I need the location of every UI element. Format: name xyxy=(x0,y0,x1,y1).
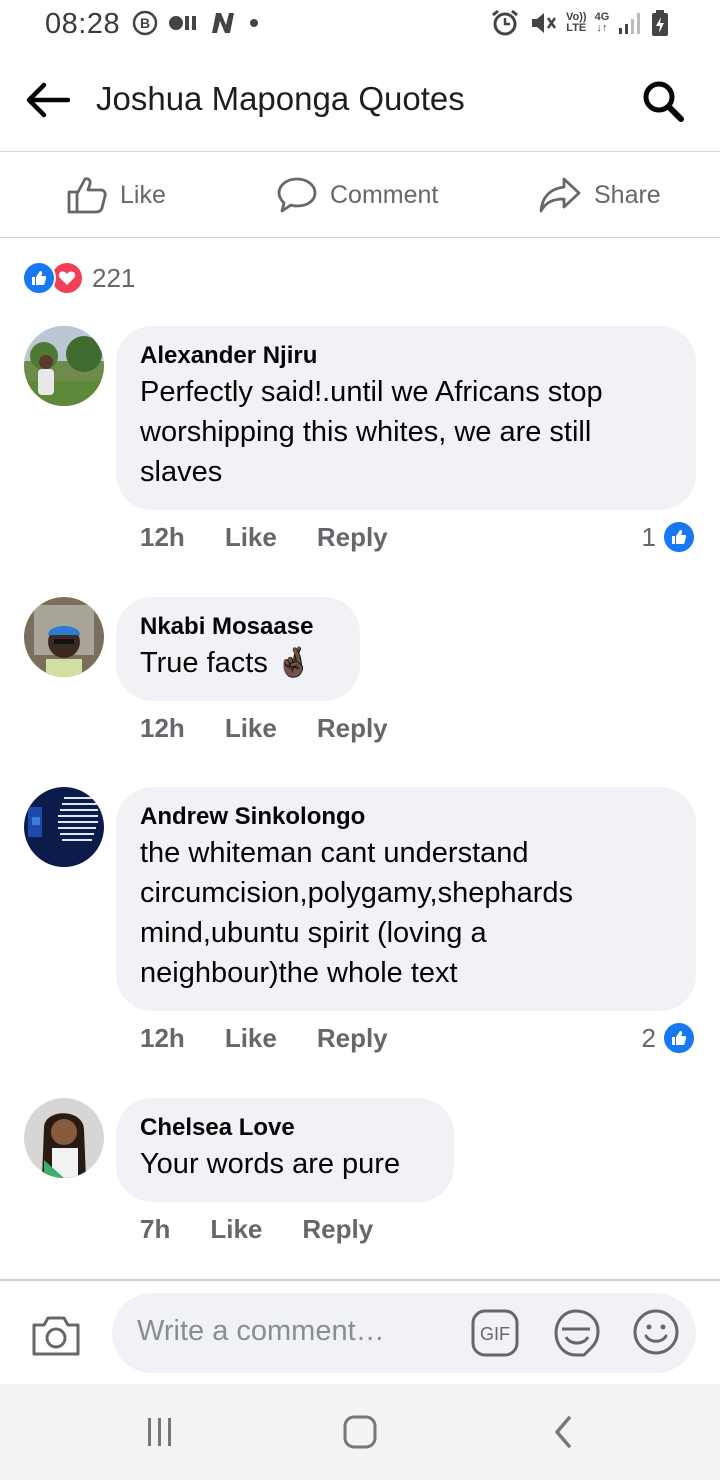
status-system-icons: Vo)) LTE 4G ↓↑ xyxy=(490,8,669,38)
camera-button[interactable] xyxy=(30,1311,82,1359)
comment-meta: 12h Like Reply xyxy=(140,1023,388,1054)
comment-text-line: True facts 🤞🏿 xyxy=(140,647,313,679)
home-icon xyxy=(343,1415,377,1449)
comment-like-count[interactable]: 2 xyxy=(642,1021,696,1055)
comment-text-line: worshipping this whites, we are still xyxy=(140,416,592,448)
home-button[interactable] xyxy=(340,1412,380,1452)
comment-bubble[interactable]: Nkabi Mosaase True facts 🤞🏿 xyxy=(116,597,360,701)
gif-button[interactable]: GIF xyxy=(471,1309,519,1357)
comment-text-line: neighbour)the whole text xyxy=(140,957,458,989)
comment-text-line: circumcision,polygamy,shephards xyxy=(140,877,574,909)
signal-icon xyxy=(619,13,641,34)
share-icon xyxy=(539,177,581,213)
comment-text-line: Your words are pure xyxy=(140,1148,401,1180)
gif-icon: GIF xyxy=(471,1309,519,1357)
comment-bubble[interactable]: Alexander Njiru Perfectly said!.until we… xyxy=(116,326,696,510)
emoji-icon xyxy=(633,1309,679,1355)
back-icon xyxy=(555,1416,571,1448)
dot-icon xyxy=(250,19,258,27)
app-header: Joshua Maponga Quotes xyxy=(0,50,720,152)
mute-icon xyxy=(532,13,557,33)
comment-text-line: slaves xyxy=(140,456,223,488)
reaction-count: 221 xyxy=(92,262,136,293)
comment-like-button[interactable]: Like xyxy=(225,522,277,553)
comment-time[interactable]: 12h xyxy=(140,1023,185,1054)
comment-text-line: Perfectly said!.until we Africans stop xyxy=(140,376,603,408)
like-reaction-icon xyxy=(662,520,696,554)
comment-reply-button[interactable]: Reply xyxy=(317,713,388,744)
comment-composer: Write a comment… GIF xyxy=(0,1279,720,1384)
status-time: 08:28 xyxy=(45,8,121,40)
comment-icon xyxy=(277,177,317,213)
comment-author[interactable]: Alexander Njiru xyxy=(140,340,672,372)
comment-text-line: the whiteman cant understand xyxy=(140,837,529,869)
page-title: Joshua Maponga Quotes xyxy=(96,80,465,117)
comment-like-button[interactable]: Like xyxy=(225,713,277,744)
network-gen-label: 4G ↓↑ xyxy=(594,11,610,34)
comment-reply-button[interactable]: Reply xyxy=(317,1023,388,1054)
gif-label: GIF xyxy=(480,1324,510,1344)
reactions-summary[interactable]: 221 xyxy=(22,260,135,296)
system-back-button[interactable] xyxy=(548,1412,578,1452)
comment-bubble[interactable]: Andrew Sinkolongo the whiteman cant unde… xyxy=(116,787,696,1011)
avatar[interactable] xyxy=(24,787,104,867)
comment-input-placeholder: Write a comment… xyxy=(137,1315,385,1347)
back-arrow-icon xyxy=(26,82,70,118)
thumbs-up-icon xyxy=(67,177,107,214)
comment-like-button[interactable]: Like xyxy=(225,1023,277,1054)
comment-time[interactable]: 12h xyxy=(140,713,185,744)
post-action-bar: Like Comment Share xyxy=(0,153,720,238)
search-icon xyxy=(643,81,684,122)
back-button[interactable] xyxy=(22,78,72,122)
comment-author[interactable]: Nkabi Mosaase xyxy=(140,611,336,643)
camera-icon xyxy=(32,1316,80,1356)
comment-reply-button[interactable]: Reply xyxy=(302,1214,373,1245)
comment-meta: 7h Like Reply xyxy=(140,1214,373,1245)
like-count-number: 1 xyxy=(641,521,656,552)
sticker-button[interactable] xyxy=(550,1307,602,1359)
emoji-button[interactable] xyxy=(631,1307,681,1357)
comment-meta: 12h Like Reply xyxy=(140,713,388,744)
search-button[interactable] xyxy=(638,76,688,126)
avatar[interactable] xyxy=(24,326,104,406)
like-button[interactable]: Like xyxy=(66,173,166,217)
like-count-number: 2 xyxy=(641,1022,656,1053)
status-bar: 08:28 B Vo)) LTE 4G ↓↑ xyxy=(0,0,720,50)
alarm-icon xyxy=(492,9,518,36)
recents-icon xyxy=(148,1418,171,1446)
dots-app-icon xyxy=(169,16,196,30)
like-reaction-icon xyxy=(22,261,56,295)
like-label: Like xyxy=(120,180,166,209)
comment-like-count[interactable]: 1 xyxy=(642,520,696,554)
share-button[interactable]: Share xyxy=(538,173,661,217)
sticker-icon xyxy=(554,1309,600,1357)
comment-label: Comment xyxy=(330,180,439,209)
comment-like-button[interactable]: Like xyxy=(210,1214,262,1245)
comment-reply-button[interactable]: Reply xyxy=(317,522,388,553)
avatar[interactable] xyxy=(24,1098,104,1178)
status-notification-icons: B xyxy=(132,10,260,36)
comment-time[interactable]: 7h xyxy=(140,1214,170,1245)
comment-bubble[interactable]: Chelsea Love Your words are pure xyxy=(116,1098,454,1202)
comment-text-line: mind,ubuntu spirit (loving a xyxy=(140,917,487,949)
comment-meta: 12h Like Reply xyxy=(140,522,388,553)
comment-time[interactable]: 12h xyxy=(140,522,185,553)
comment-input[interactable]: Write a comment… GIF xyxy=(112,1293,696,1373)
recents-button[interactable] xyxy=(142,1412,178,1452)
system-nav-bar xyxy=(0,1384,720,1480)
like-reaction-icon xyxy=(662,1021,696,1055)
n-app-icon xyxy=(212,13,234,33)
battery-icon xyxy=(652,10,669,36)
b-badge-icon: B xyxy=(132,10,158,36)
comment-author[interactable]: Andrew Sinkolongo xyxy=(140,801,672,833)
comment-button[interactable]: Comment xyxy=(276,173,438,217)
svg-text:B: B xyxy=(140,15,150,31)
comment-author[interactable]: Chelsea Love xyxy=(140,1112,430,1144)
volte-label: Vo)) LTE xyxy=(566,11,587,34)
share-label: Share xyxy=(594,180,661,209)
avatar[interactable] xyxy=(24,597,104,677)
